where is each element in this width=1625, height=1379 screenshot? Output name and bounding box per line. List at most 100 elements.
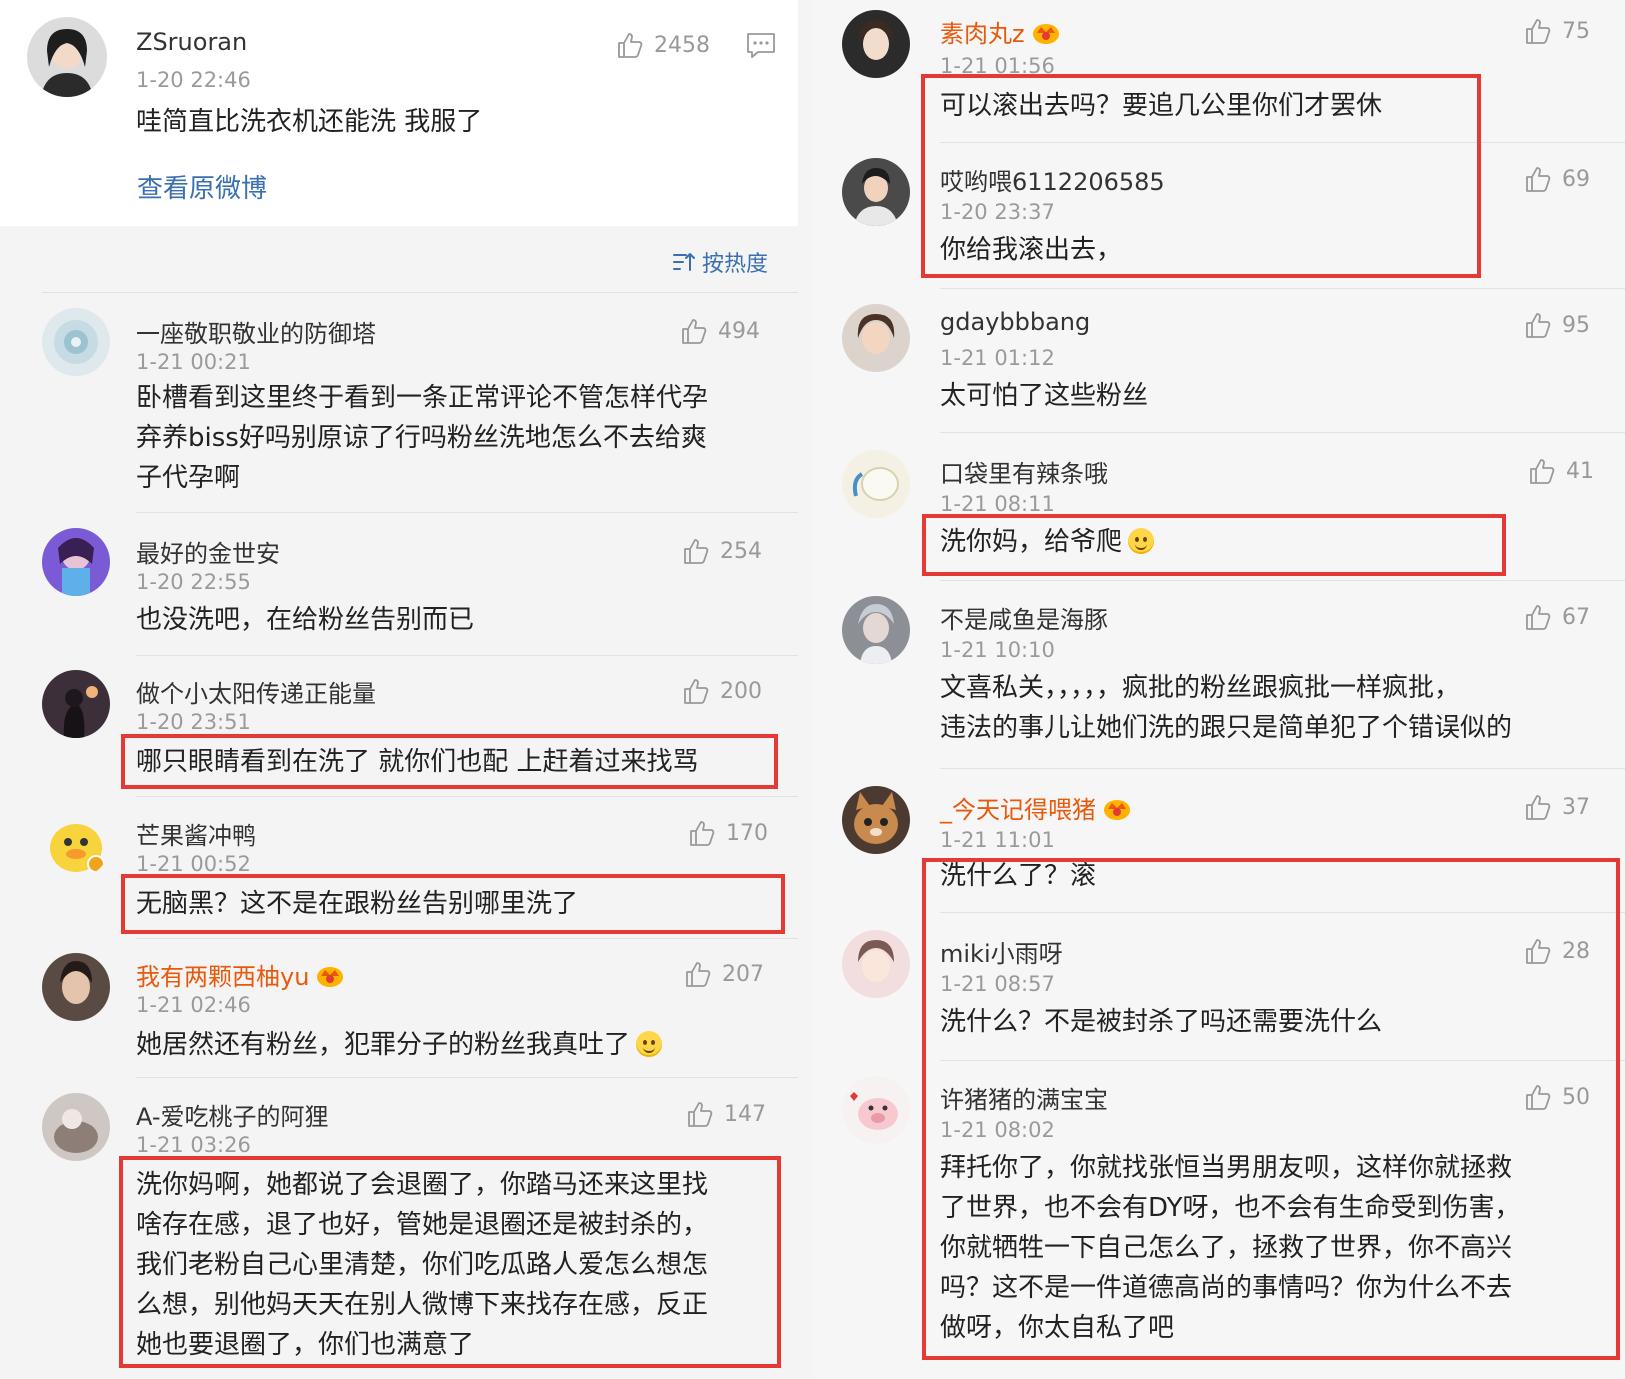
like-count: 41	[1566, 458, 1594, 484]
vip-crown-icon	[1102, 795, 1132, 821]
op-like-button[interactable]: 2458	[616, 30, 710, 60]
like-button[interactable]: 200	[682, 676, 762, 706]
like-button[interactable]: 75	[1524, 16, 1590, 46]
thumbs-up-icon	[1526, 795, 1551, 820]
comment-item: 最好的金世安 1-20 22:55 254 也没洗吧，在给粉丝告别而已	[0, 522, 798, 650]
avatar[interactable]	[42, 670, 110, 738]
comment-item: A-爱吃桃子的阿狸 1-21 03:26 147 洗你妈啊，她都说了会退圈了，你…	[0, 1085, 798, 1379]
comment-item: _今天记得喂猪 1-21 11:01 37 洗什么了？滚	[812, 776, 1625, 912]
comment-item: 许猪猪的满宝宝 1-21 08:02 50 拜托你了，你就找张恒当男朋友呗，这样…	[812, 1066, 1625, 1379]
comment-text: 她居然还有粉丝，犯罪分子的粉丝我真吐了	[136, 1025, 663, 1065]
avatar[interactable]	[842, 304, 910, 372]
comment-text: 你给我滚出去，	[940, 235, 1123, 265]
comment-timestamp: 1-21 08:57	[940, 972, 1055, 996]
like-count: 69	[1562, 166, 1590, 192]
comment-username[interactable]: 最好的金世安	[136, 534, 280, 569]
like-count: 2458	[654, 32, 710, 58]
like-button[interactable]: 28	[1524, 936, 1590, 966]
avatar[interactable]	[42, 528, 110, 596]
comment-item: 素肉丸z 1-21 01:56 75 可以滚出去吗？要追几公里你们才罢休	[812, 0, 1625, 142]
comment-timestamp: 1-20 22:55	[136, 570, 251, 594]
divider	[42, 292, 798, 293]
like-button[interactable]: 50	[1524, 1082, 1590, 1112]
like-button[interactable]: 95	[1524, 310, 1590, 340]
op-username[interactable]: ZSruoran	[136, 28, 247, 56]
like-count: 37	[1562, 794, 1590, 820]
vip-crown-icon	[315, 962, 345, 988]
comment-username[interactable]: 哎哟喂6112206585	[940, 162, 1165, 197]
thumbs-up-icon	[1530, 459, 1555, 484]
avatar[interactable]	[842, 158, 910, 226]
like-button[interactable]: 37	[1524, 792, 1590, 822]
op-timestamp: 1-20 22:46	[136, 68, 251, 92]
sort-by-hot-button[interactable]: 按热度	[672, 246, 768, 278]
comment-text: 无脑黑？这不是在跟粉丝告别哪里洗了	[136, 889, 579, 919]
comment-text: 哪只眼睛看到在洗了 就你们也配 上赶着过来找骂	[136, 747, 699, 777]
like-button[interactable]: 41	[1528, 456, 1594, 486]
comment-item: 芒果酱冲鸭 1-21 00:52 170 无脑黑？这不是在跟粉丝告别哪里洗了	[0, 804, 798, 934]
avatar[interactable]	[842, 596, 910, 664]
like-button[interactable]: 207	[684, 959, 764, 989]
avatar[interactable]	[42, 953, 110, 1021]
like-button[interactable]: 254	[682, 536, 762, 566]
divider	[940, 432, 1625, 433]
comment-username[interactable]: 一座敬职敬业的防御塔	[136, 314, 376, 349]
avatar[interactable]	[42, 308, 110, 376]
emoji-icon	[1128, 528, 1155, 554]
comment-item: 口袋里有辣条哦 1-21 08:11 41 洗你妈，给爷爬	[812, 440, 1625, 578]
emoji-icon	[636, 1031, 663, 1057]
like-button[interactable]: 494	[680, 316, 760, 346]
comment-username[interactable]: miki小雨呀	[940, 934, 1063, 969]
comment-username[interactable]: 做个小太阳传递正能量	[136, 674, 376, 709]
original-post-card: ZSruoran 1-20 22:46 2458 哇简直比洗衣机还能洗 我服了 …	[0, 0, 798, 226]
divider	[136, 1077, 798, 1078]
comment-text: 洗什么了？滚	[940, 861, 1097, 891]
thumbs-up-icon	[686, 962, 711, 987]
thumbs-up-icon	[1526, 1085, 1551, 1110]
comment-username[interactable]: gdaybbbang	[940, 308, 1090, 336]
left-comment-column: ZSruoran 1-20 22:46 2458 哇简直比洗衣机还能洗 我服了 …	[0, 0, 798, 1379]
avatar[interactable]	[842, 10, 910, 78]
op-text: 哇简直比洗衣机还能洗 我服了	[136, 107, 483, 137]
like-count: 50	[1562, 1084, 1590, 1110]
comment-username[interactable]: 芒果酱冲鸭	[136, 816, 256, 851]
view-original-link[interactable]: 查看原微博	[137, 168, 267, 205]
comment-username[interactable]: 我有两颗西柚yu	[136, 957, 345, 992]
thumbs-up-icon	[684, 539, 709, 564]
like-button[interactable]: 170	[688, 818, 768, 848]
comment-item: 做个小太阳传递正能量 1-20 23:51 200 哪只眼睛看到在洗了 就你们也…	[0, 662, 798, 792]
sort-bar: 按热度	[0, 226, 798, 292]
comment-username[interactable]: 素肉丸z	[940, 14, 1061, 49]
comment-username[interactable]: 许猪猪的满宝宝	[940, 1080, 1108, 1115]
comment-item: miki小雨呀 1-21 08:57 28 洗什么？不是被封杀了吗还需要洗什么	[812, 920, 1625, 1060]
comment-timestamp: 1-20 23:37	[940, 200, 1055, 224]
avatar[interactable]	[842, 930, 910, 998]
like-count: 75	[1562, 18, 1590, 44]
comment-icon[interactable]	[746, 32, 776, 60]
avatar[interactable]	[842, 786, 910, 854]
like-button[interactable]: 69	[1524, 164, 1590, 194]
comment-text: 洗你妈，给爷爬	[940, 522, 1155, 562]
thumbs-up-icon	[1526, 313, 1551, 338]
divider	[940, 580, 1625, 581]
comment-username[interactable]: _今天记得喂猪	[940, 790, 1132, 825]
avatar[interactable]	[842, 450, 910, 518]
avatar[interactable]	[842, 1076, 910, 1144]
divider	[940, 1060, 1625, 1061]
vip-crown-icon	[1031, 19, 1061, 45]
avatar[interactable]	[27, 17, 107, 97]
like-button[interactable]: 67	[1524, 602, 1590, 632]
avatar[interactable]	[42, 1093, 110, 1161]
avatar[interactable]	[42, 810, 110, 878]
thumbs-up-icon	[1526, 19, 1551, 44]
comment-username[interactable]: A-爱吃桃子的阿狸	[136, 1097, 329, 1132]
comment-timestamp: 1-21 11:01	[940, 828, 1055, 852]
thumbs-up-icon	[1526, 167, 1551, 192]
comment-text: 文喜私关，，，，，疯批的粉丝跟疯批一样疯批， 违法的事儿让她们洗的跟只是简单犯了个…	[940, 673, 1513, 743]
comment-username[interactable]: 不是咸鱼是海豚	[940, 600, 1108, 635]
comment-text: 洗什么？不是被封杀了吗还需要洗什么	[940, 1007, 1383, 1037]
like-button[interactable]: 147	[686, 1099, 766, 1129]
comment-username[interactable]: 口袋里有辣条哦	[940, 454, 1108, 489]
like-count: 95	[1562, 312, 1590, 338]
divider	[940, 912, 1625, 913]
